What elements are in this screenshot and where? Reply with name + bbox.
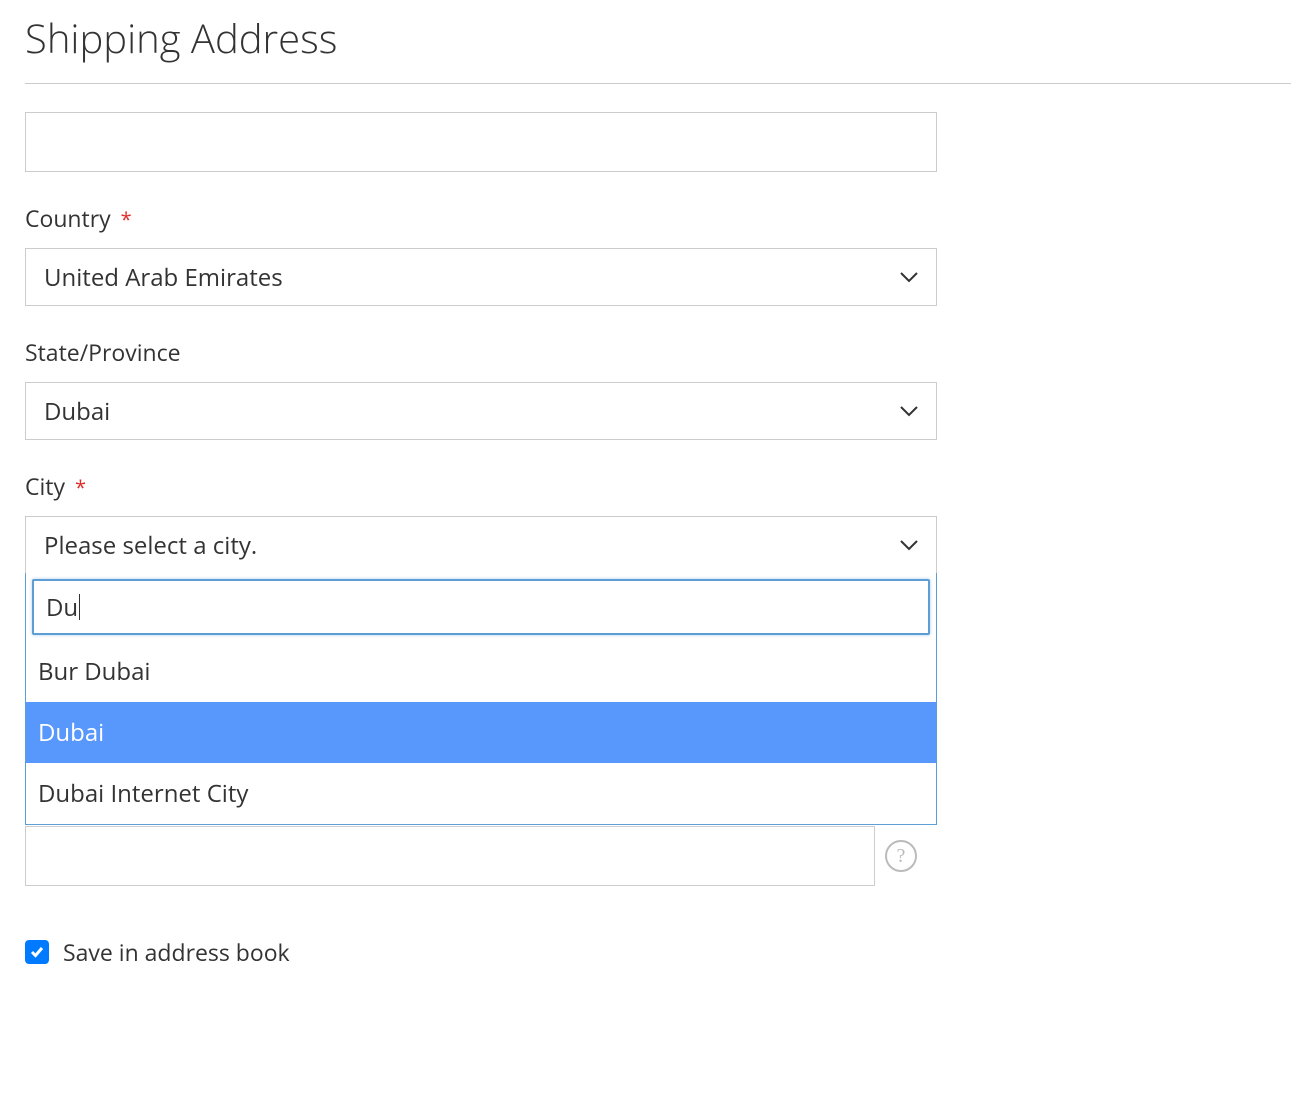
city-label-text: City [25,470,65,502]
shipping-form: Country * United Arab Emirates State/Pro… [25,112,937,968]
city-search-value: Du [46,591,78,624]
state-field-group: State/Province Dubai [25,336,937,440]
hidden-input[interactable] [25,826,875,886]
state-label-text: State/Province [25,336,181,368]
page-title: Shipping Address [25,10,1291,84]
country-selected-value: United Arab Emirates [44,261,283,294]
unlabeled-input[interactable] [25,112,937,172]
state-select-wrapper: Dubai [25,382,937,440]
city-option[interactable]: Dubai Internet City [26,763,936,824]
help-icon[interactable]: ? [885,840,917,872]
hidden-field-group: ? [25,826,875,886]
city-label: City * [25,470,937,502]
country-label-text: Country [25,202,111,234]
city-search-input[interactable]: Du [32,579,930,635]
country-field-group: Country * United Arab Emirates [25,202,937,306]
state-label: State/Province [25,336,937,368]
city-field-group: City * Please select a city. Du Bur Duba… [25,470,937,574]
city-search-wrapper: Du [26,573,936,641]
city-option-label: Bur Dubai [38,655,150,688]
city-select[interactable]: Please select a city. [25,516,937,574]
save-address-checkbox[interactable] [25,940,49,964]
save-address-row: Save in address book [25,936,937,968]
country-select[interactable]: United Arab Emirates [25,248,937,306]
unlabeled-field-group [25,112,937,172]
state-select[interactable]: Dubai [25,382,937,440]
required-asterisk: * [75,474,86,501]
city-option[interactable]: Bur Dubai [26,641,936,702]
city-dropdown-panel: Du Bur Dubai Dubai Dubai Internet City [25,573,937,825]
city-option-label: Dubai [38,716,104,749]
help-icon-glyph: ? [897,845,906,868]
country-select-wrapper: United Arab Emirates [25,248,937,306]
city-select-wrapper: Please select a city. [25,516,937,574]
text-cursor [79,594,80,620]
city-option[interactable]: Dubai [26,702,936,763]
required-asterisk: * [121,206,132,233]
city-option-label: Dubai Internet City [38,777,248,810]
save-address-label[interactable]: Save in address book [63,936,290,968]
state-selected-value: Dubai [44,395,110,428]
city-placeholder-value: Please select a city. [44,529,257,562]
country-label: Country * [25,202,937,234]
